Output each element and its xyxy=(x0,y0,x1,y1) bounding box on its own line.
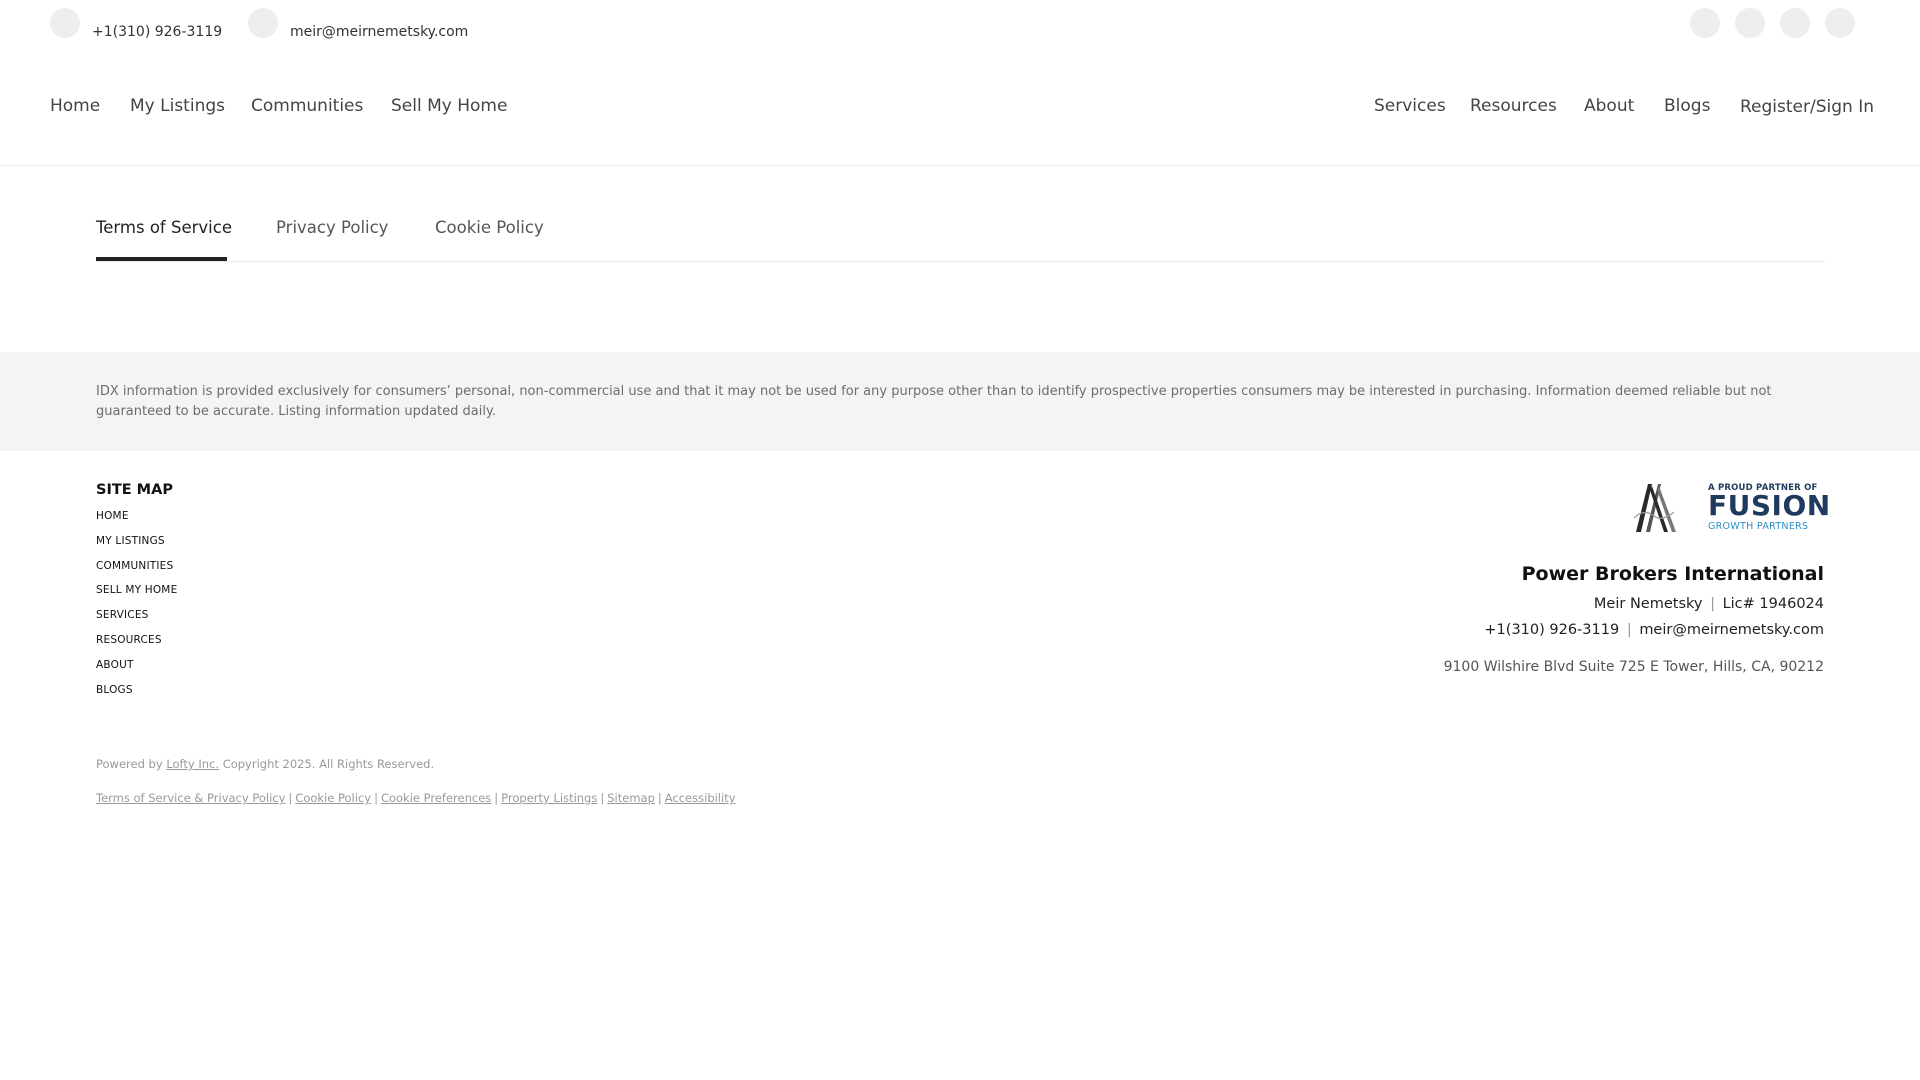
agent-line: Meir Nemetsky | Lic# 1946024 xyxy=(1594,596,1824,612)
company-address: 9100 Wilshire Blvd Suite 725 E Tower, Hi… xyxy=(1443,659,1824,675)
sitemap-item-sell-my-home[interactable]: SELL MY HOME xyxy=(96,584,177,609)
company-email-link[interactable]: meir@meirnemetsky.com xyxy=(1639,622,1824,638)
tabs-divider xyxy=(96,261,1825,262)
nav-divider xyxy=(0,165,1920,166)
license-number: Lic# 1946024 xyxy=(1722,596,1824,612)
tab-terms-of-service[interactable]: Terms of Service xyxy=(96,218,232,237)
company-name: Power Brokers International xyxy=(1521,563,1824,585)
footer-link-sitemap[interactable]: Sitemap xyxy=(607,791,655,805)
separator: | xyxy=(657,791,662,805)
phone-icon xyxy=(50,8,80,38)
separator: | xyxy=(600,791,605,805)
nav-my-listings[interactable]: My Listings xyxy=(130,96,225,116)
fusion-subtitle: GROWTH PARTNERS xyxy=(1708,521,1809,532)
nav-sell-my-home[interactable]: Sell My Home xyxy=(391,96,507,116)
powered-prefix: Powered by xyxy=(96,757,163,771)
footer-link-cookie-policy[interactable]: Cookie Policy xyxy=(295,791,371,805)
top-phone-link[interactable]: +1(310) 926-3119 xyxy=(92,24,222,40)
sitemap-item-communities[interactable]: COMMUNITIES xyxy=(96,560,177,585)
footer-link-accessibility[interactable]: Accessibility xyxy=(665,791,736,805)
separator: | xyxy=(1710,596,1715,612)
nav-communities[interactable]: Communities xyxy=(251,96,363,116)
sitemap-item-blogs[interactable]: BLOGS xyxy=(96,684,177,709)
company-phone-link[interactable]: +1(310) 926-3119 xyxy=(1484,622,1619,638)
sitemap-item-my-listings[interactable]: MY LISTINGS xyxy=(96,535,177,560)
sitemap-item-resources[interactable]: RESOURCES xyxy=(96,634,177,659)
top-email-link[interactable]: meir@meirnemetsky.com xyxy=(290,24,468,40)
contact-line: +1(310) 926-3119 | meir@meirnemetsky.com xyxy=(1484,622,1824,638)
separator: | xyxy=(374,791,378,805)
footer-links: Terms of Service & Privacy Policy | Cookie… xyxy=(96,791,736,805)
separator: | xyxy=(494,791,499,805)
footer-link-cookie-preferences[interactable]: Cookie Preferences xyxy=(381,791,491,805)
nav-about[interactable]: About xyxy=(1584,96,1634,116)
nav-resources[interactable]: Resources xyxy=(1470,96,1557,116)
sitemap-item-home[interactable]: HOME xyxy=(96,510,177,535)
sitemap-list: HOME MY LISTINGS COMMUNITIES SELL MY HOM… xyxy=(96,510,177,708)
nav-blogs[interactable]: Blogs xyxy=(1664,96,1710,116)
brokerage-logo xyxy=(1633,484,1676,532)
sitemap-title: SITE MAP xyxy=(96,482,173,498)
email-icon xyxy=(248,8,278,38)
fusion-name: FUSION xyxy=(1708,489,1831,522)
footer-link-property-listings[interactable]: Property Listings xyxy=(501,791,597,805)
copyright: Copyright 2025. All Rights Reserved. xyxy=(222,757,435,771)
nav-home[interactable]: Home xyxy=(50,96,100,116)
agent-name: Meir Nemetsky xyxy=(1593,596,1703,612)
social-icon[interactable] xyxy=(1825,8,1855,38)
separator: | xyxy=(1626,622,1632,638)
social-icon[interactable] xyxy=(1780,8,1810,38)
nav-services[interactable]: Services xyxy=(1374,96,1446,116)
social-icon[interactable] xyxy=(1735,8,1765,38)
powered-by: Powered by Lofty Inc. Copyright 2025. Al… xyxy=(96,757,434,771)
top-contact-bar: +1(310) 926-3119 meir@meirnemetsky.com xyxy=(0,0,1920,60)
tab-privacy-policy[interactable]: Privacy Policy xyxy=(276,218,388,237)
lofty-link[interactable]: Lofty Inc. xyxy=(166,757,219,771)
fusion-partner-logo: A PROUD PARTNER OF FUSION GROWTH PARTNER… xyxy=(1708,483,1830,533)
sitemap-item-services[interactable]: SERVICES xyxy=(96,609,177,634)
sitemap-item-about[interactable]: ABOUT xyxy=(96,659,177,684)
footer-link-terms-privacy[interactable]: Terms of Service & Privacy Policy xyxy=(96,791,285,805)
separator: | xyxy=(288,791,293,805)
register-sign-in-button[interactable]: Register/Sign In xyxy=(1740,97,1874,117)
idx-disclaimer: IDX information is provided exclusively … xyxy=(96,384,1772,419)
tab-cookie-policy[interactable]: Cookie Policy xyxy=(435,218,544,237)
social-icon[interactable] xyxy=(1690,8,1720,38)
